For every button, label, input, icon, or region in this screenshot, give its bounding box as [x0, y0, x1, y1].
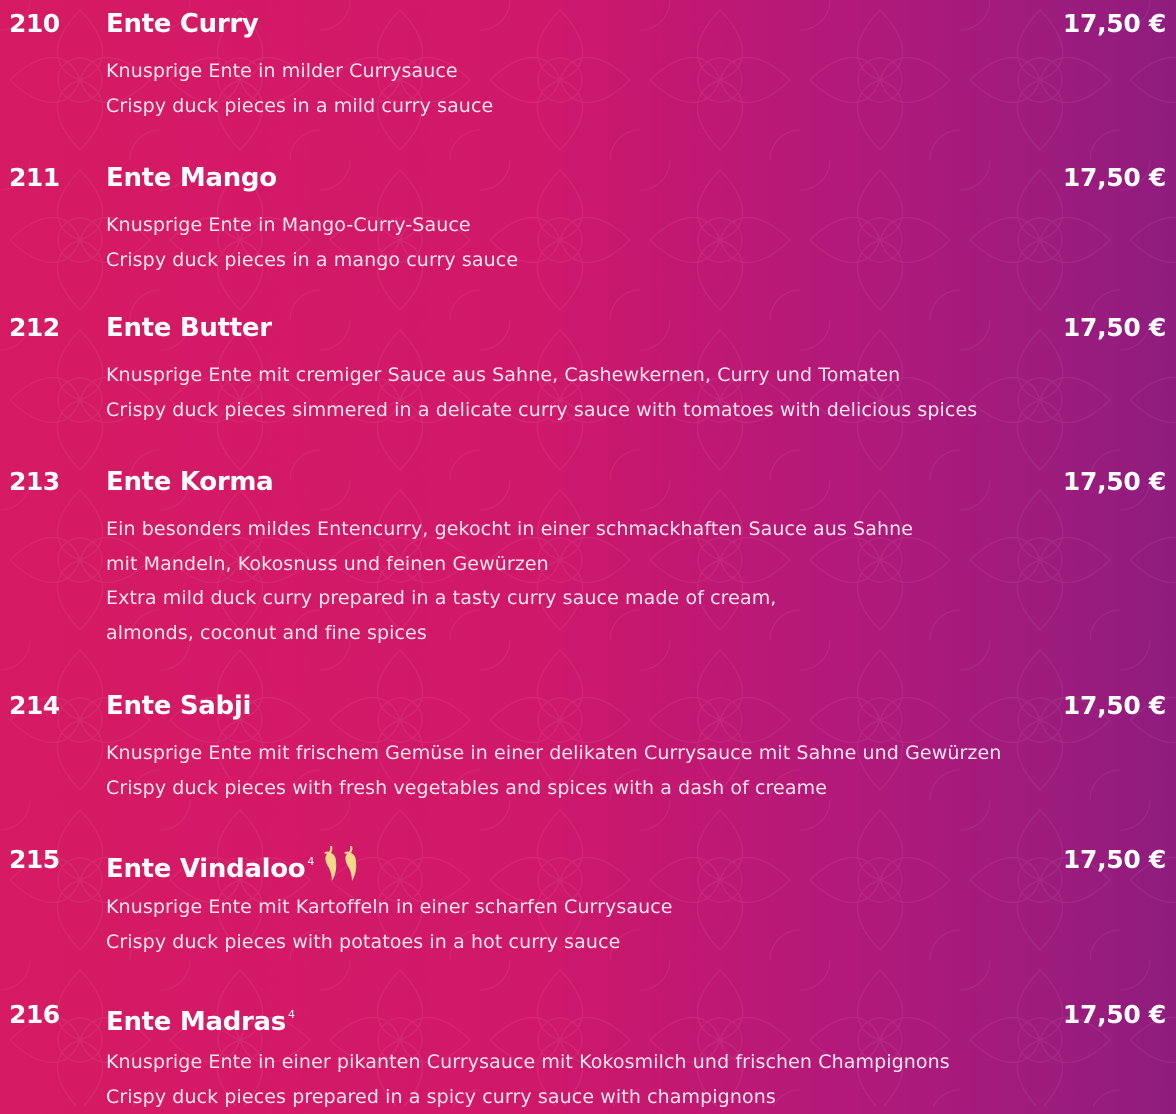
item-number: 213	[9, 465, 60, 499]
item-description: Ein besonders mildes Entencurry, gekocht…	[106, 512, 913, 650]
item-description: Knusprige Ente mit frischem Gemüse in ei…	[106, 736, 1001, 805]
item-description: Knusprige Ente mit Kartoffeln in einer s…	[106, 890, 673, 959]
item-name: Ente Mango	[106, 161, 277, 195]
item-description: Knusprige Ente in milder Currysauce Cris…	[106, 54, 493, 123]
item-name-row: Ente Vindaloo4	[106, 843, 362, 892]
item-name: Ente Madras	[106, 1007, 286, 1037]
description-line: almonds, coconut and fine spices	[106, 616, 913, 651]
description-line: Knusprige Ente mit cremiger Sauce aus Sa…	[106, 358, 977, 393]
item-name: Ente Vindaloo	[106, 854, 305, 884]
item-name-row: Ente Madras4	[106, 998, 295, 1039]
item-price: 17,50 €	[1063, 161, 1166, 195]
item-price: 17,50 €	[1063, 843, 1166, 877]
item-number: 216	[9, 998, 60, 1032]
item-name: Ente Korma	[106, 465, 273, 499]
description-line: Crispy duck pieces prepared in a spicy c…	[106, 1080, 950, 1114]
item-number: 215	[9, 843, 60, 877]
item-name: Ente Curry	[106, 7, 259, 41]
description-line: Crispy duck pieces with potatoes in a ho…	[106, 925, 673, 960]
item-description: Knusprige Ente in einer pikanten Currysa…	[106, 1045, 950, 1114]
description-line: Crispy duck pieces in a mango curry sauc…	[106, 243, 518, 278]
item-number: 214	[9, 689, 60, 723]
description-line: mit Mandeln, Kokosnuss und feinen Gewürz…	[106, 547, 913, 582]
description-line: Crispy duck pieces with fresh vegetables…	[106, 771, 1001, 806]
description-line: Knusprige Ente in Mango-Curry-Sauce	[106, 208, 518, 243]
item-number: 212	[9, 311, 60, 345]
item-price: 17,50 €	[1063, 465, 1166, 499]
item-price: 17,50 €	[1063, 998, 1166, 1032]
description-line: Crispy duck pieces in a mild curry sauce	[106, 89, 493, 124]
item-name: Ente Sabji	[106, 689, 251, 723]
allergen-superscript: 4	[288, 1008, 295, 1021]
item-price: 17,50 €	[1063, 311, 1166, 345]
chili-icons	[320, 843, 362, 892]
allergen-superscript: 4	[307, 855, 314, 868]
item-description: Knusprige Ente in Mango-Curry-Sauce Cris…	[106, 208, 518, 277]
description-line: Knusprige Ente in milder Currysauce	[106, 54, 493, 89]
description-line: Knusprige Ente in einer pikanten Currysa…	[106, 1045, 950, 1080]
item-number: 210	[9, 7, 60, 41]
description-line: Crispy duck pieces simmered in a delicat…	[106, 393, 977, 428]
item-name: Ente Butter	[106, 311, 272, 345]
item-price: 17,50 €	[1063, 7, 1166, 41]
description-line: Ein besonders mildes Entencurry, gekocht…	[106, 512, 913, 547]
item-price: 17,50 €	[1063, 689, 1166, 723]
menu-list: 210 Ente Curry 17,50 € Knusprige Ente in…	[0, 0, 1176, 1106]
item-description: Knusprige Ente mit cremiger Sauce aus Sa…	[106, 358, 977, 427]
item-number: 211	[9, 161, 60, 195]
description-line: Knusprige Ente mit Kartoffeln in einer s…	[106, 890, 673, 925]
description-line: Knusprige Ente mit frischem Gemüse in ei…	[106, 736, 1001, 771]
chili-icon	[320, 843, 362, 883]
description-line: Extra mild duck curry prepared in a tast…	[106, 581, 913, 616]
